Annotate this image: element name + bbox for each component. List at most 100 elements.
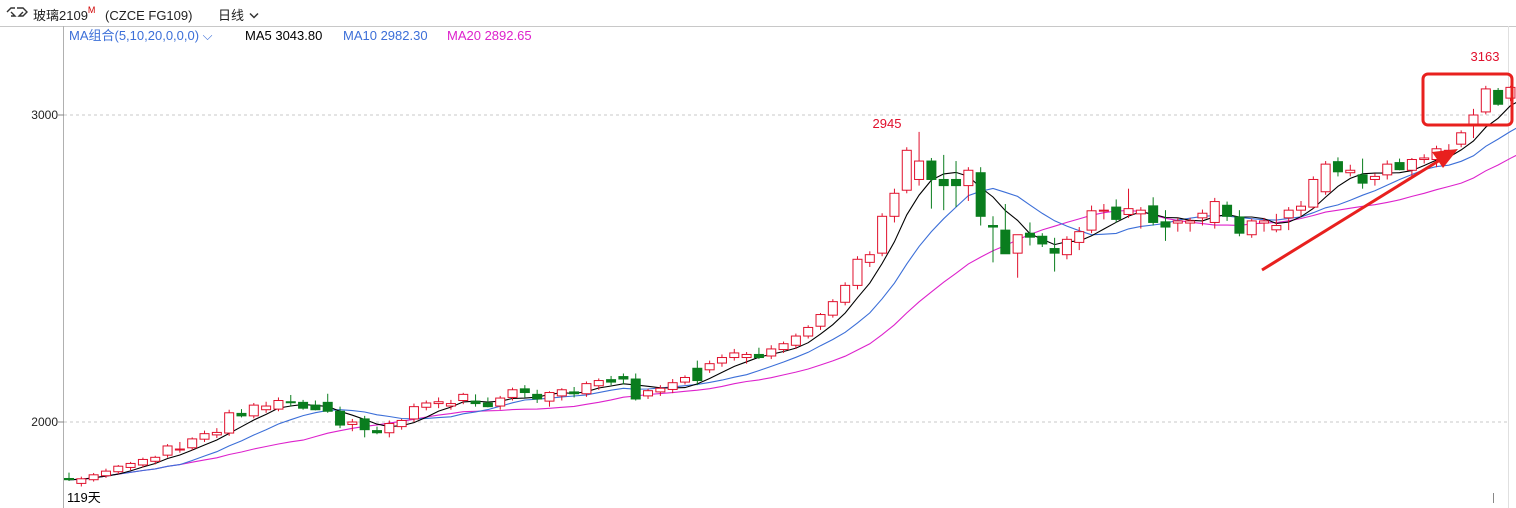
candle-body-up [150, 456, 161, 462]
candle [889, 188, 900, 223]
candle-body-up [1185, 220, 1196, 224]
candle-body-up [273, 400, 284, 410]
candle-body-up [1172, 220, 1183, 224]
candle-body-down [606, 379, 617, 383]
candle-body-up [790, 335, 801, 346]
candle [1308, 176, 1319, 209]
candle-body-down [1222, 204, 1233, 217]
candle-body-down [1000, 229, 1011, 255]
candle-body-up [655, 387, 666, 393]
candle [495, 395, 506, 410]
candle-body-up [1296, 205, 1306, 211]
candle [618, 373, 629, 385]
candle-body-up [1456, 132, 1467, 145]
candle-body-up [1061, 238, 1072, 256]
local-high-label: 2945 [873, 116, 902, 131]
candle [544, 391, 555, 407]
y-tick-label: 3000 [31, 108, 58, 122]
candle [1369, 173, 1380, 186]
candle-body-up [729, 352, 740, 359]
candle [433, 397, 444, 409]
candle [1382, 160, 1393, 180]
candle-body-up [1209, 201, 1220, 223]
candle [310, 400, 321, 411]
candlestick-chart: 2000 3000 MA组合(5,10,20,0,0,0) ⌵ MA5 3043.… [0, 26, 1516, 508]
candle-body-up [704, 363, 715, 371]
candle [1012, 234, 1023, 278]
candle-body-down [285, 401, 296, 404]
candle [938, 154, 949, 211]
candle [606, 375, 617, 386]
candle [1160, 210, 1171, 241]
candle [322, 393, 333, 413]
ma10-line [68, 127, 1516, 481]
candle-body-down [470, 400, 481, 405]
candle [988, 216, 998, 263]
candle-body-down [1037, 235, 1048, 245]
candle-body-up [137, 458, 148, 466]
candle-body-up [667, 382, 678, 390]
candle-body-up [643, 390, 654, 397]
candle [1061, 236, 1072, 260]
period-label: 日线 [218, 8, 245, 23]
candle [680, 375, 690, 385]
candle [729, 348, 740, 361]
candle [1332, 157, 1343, 177]
candle [1000, 204, 1011, 255]
candle [877, 213, 888, 257]
candle-body-down [359, 418, 370, 431]
candle-body-down [335, 410, 346, 426]
candle [1123, 188, 1134, 218]
candle-body-down [569, 391, 580, 395]
candle-body-up [1086, 210, 1097, 231]
candle-body-down [482, 402, 493, 408]
candle-body-up [408, 406, 419, 420]
candle [532, 389, 543, 403]
link-switch-icon[interactable] [6, 6, 28, 21]
candle-body-up [581, 383, 592, 395]
candle [914, 131, 925, 186]
ma-combo-dropdown[interactable]: MA组合(5,10,20,0,0,0) ⌵ [69, 28, 213, 43]
candle-body-up [211, 431, 222, 436]
candle-body-down [532, 393, 543, 400]
candle-body-up [125, 462, 136, 468]
candle-body-up [1074, 231, 1085, 243]
candle-body-up [187, 438, 198, 449]
candle [1209, 197, 1220, 229]
bar-count-label: 119天 [67, 490, 101, 505]
instrument-name: 玻璃2109 [33, 8, 88, 23]
chevron-down-icon [249, 12, 259, 19]
candle-body-up [803, 326, 814, 337]
candle-body-up [162, 445, 173, 456]
candle [408, 403, 419, 422]
candle [125, 461, 136, 471]
candle-body-up [963, 169, 974, 187]
candle [1394, 158, 1405, 171]
ma20-line [68, 154, 1516, 481]
ma10-value: MA10 2982.30 [343, 28, 428, 43]
candle [963, 167, 974, 201]
candle-body-up [914, 160, 925, 180]
candle-body-up [199, 433, 210, 440]
candle-body-up [840, 284, 851, 303]
candle-body-up [1382, 163, 1393, 176]
candle [852, 256, 863, 290]
candle-body-down [1332, 161, 1343, 173]
candle-body-up [347, 421, 358, 425]
candle-body-down [1148, 205, 1159, 223]
candle [975, 167, 986, 226]
candle-body-down [310, 404, 321, 411]
period-selector[interactable]: 日线 [218, 5, 259, 24]
candle-body-down [753, 353, 764, 359]
ma-combo-label: MA组合(5,10,20,0,0,0) [69, 28, 199, 43]
candle-body-up [1123, 208, 1134, 215]
candle-body-down [1049, 248, 1060, 254]
end-tick [1493, 493, 1494, 503]
max-price-label: 3163 [1471, 49, 1500, 64]
candle [199, 430, 210, 442]
candle-body-up [1308, 178, 1319, 208]
candle-body-up [864, 254, 875, 263]
candle-body-down [926, 160, 937, 180]
candle [864, 251, 875, 267]
candle-body-down [630, 378, 641, 400]
